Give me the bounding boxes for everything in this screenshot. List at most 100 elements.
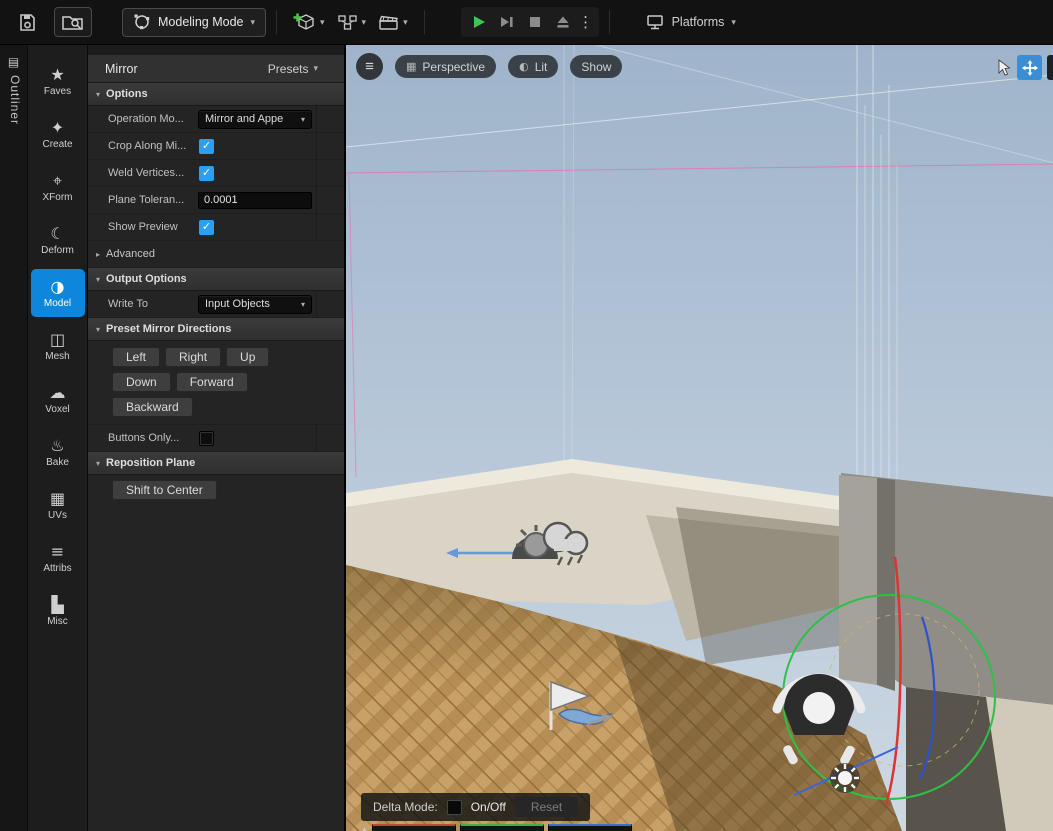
outliner-collapsed-tab[interactable]: ▤ Outliner [0, 45, 28, 831]
delta-y-field[interactable] [459, 824, 544, 831]
mirror-forward-button[interactable]: Forward [175, 372, 248, 392]
palette-item-attribs[interactable]: ≡ Attribs [31, 534, 85, 582]
toolbar-separator [423, 10, 425, 34]
buttons-only-row: Buttons Only... [88, 425, 344, 452]
viewport-menu-button[interactable]: ≡ [356, 53, 383, 80]
misc-icon: ▙ [51, 594, 64, 614]
palette-item-create[interactable]: ✦ Create [31, 110, 85, 158]
delta-z-field[interactable] [547, 824, 632, 831]
chevron-down-icon: ▾ [731, 16, 736, 27]
operation-mode-dropdown[interactable]: Mirror and Appe ▾ [198, 109, 312, 129]
bake-icon: ♨ [50, 435, 65, 455]
delta-mode-bar: Delta Mode: On/Off Reset [361, 793, 591, 821]
lit-mode-button[interactable]: ◐ Lit [508, 55, 559, 78]
blueprints-dropdown[interactable]: ▾ [331, 7, 373, 37]
chevron-down-icon: ▾ [313, 63, 318, 73]
transform-tools [996, 55, 1053, 80]
delta-toggle-label: On/Off [470, 800, 506, 814]
delta-xyz-fields: ▲ [361, 824, 632, 831]
sun-handle[interactable] [830, 763, 860, 793]
main-toolbar: Modeling Mode ▾ ▾ ▾ ▾ ⋮ Platforms ▾ [0, 0, 1053, 45]
level-viewport[interactable]: ≡ ▦ Perspective ◐ Lit Show Delta Mode: O… [345, 45, 1053, 831]
write-to-dropdown[interactable]: Input Objects ▾ [198, 294, 312, 314]
palette-item-model[interactable]: ◑ Model [30, 269, 85, 317]
mirror-left-button[interactable]: Left [112, 347, 161, 367]
rotate-tool-button-partial[interactable] [1047, 55, 1053, 80]
weld-vertices-checkbox[interactable]: ✓ [199, 165, 214, 181]
uv-grid-icon: ▦ [49, 488, 66, 508]
chevron-down-icon: ▾ [403, 16, 408, 27]
move-tool-button[interactable] [1017, 55, 1042, 80]
options-section-header[interactable]: ▾ Options [88, 83, 344, 106]
skip-frame-button[interactable] [493, 9, 521, 35]
perspective-button[interactable]: ▦ Perspective [395, 55, 497, 78]
modeling-mode-icon [134, 14, 150, 30]
eject-button[interactable] [549, 9, 577, 35]
output-options-section-header[interactable]: ▾ Output Options [88, 268, 344, 291]
preset-direction-buttons: Left Right Up Down Forward Backward [88, 341, 344, 425]
delta-reset-button[interactable]: Reset [514, 797, 579, 817]
presets-dropdown[interactable]: Presets ▾ [268, 62, 318, 76]
platforms-label: Platforms [671, 15, 725, 29]
menu-icon: ≡ [365, 58, 374, 75]
plane-tolerance-input[interactable] [198, 191, 312, 209]
delta-x-field[interactable] [371, 824, 456, 831]
shift-to-center-button[interactable]: Shift to Center [112, 480, 217, 500]
palette-item-uvs[interactable]: ▦ UVs [31, 481, 85, 529]
select-tool-icon[interactable] [996, 58, 1012, 77]
palette-item-deform[interactable]: ☾ Deform [31, 216, 85, 264]
platforms-dropdown[interactable]: Platforms ▾ [646, 13, 736, 31]
stop-icon [529, 17, 540, 27]
play-options-menu[interactable]: ⋮ [577, 13, 595, 31]
content-browser-button[interactable] [54, 7, 92, 37]
advanced-expander[interactable]: ▸ Advanced [88, 241, 344, 268]
weld-vertices-row: Weld Vertices... ✓ [88, 160, 344, 187]
star-icon: ★ [50, 64, 65, 84]
reposition-plane-section-header[interactable]: ▾ Reposition Plane [88, 452, 344, 475]
show-button[interactable]: Show [570, 55, 623, 78]
model-icon: ◑ [50, 276, 65, 296]
add-cube-icon [293, 13, 314, 30]
play-button[interactable] [465, 9, 493, 35]
cinematics-dropdown[interactable]: ▾ [372, 7, 414, 37]
palette-item-mesh[interactable]: ◫ Mesh [31, 322, 85, 370]
mirror-up-button[interactable]: Up [226, 347, 270, 367]
transform-icon: ⌖ [52, 170, 62, 190]
operation-mode-row: Operation Mo... Mirror and Appe ▾ [88, 106, 344, 133]
platforms-icon [646, 15, 663, 30]
skip-icon [500, 17, 513, 27]
chevron-down-icon: ▾ [250, 16, 255, 27]
save-button[interactable] [14, 8, 40, 36]
mirror-down-button[interactable]: Down [112, 372, 171, 392]
toolbar-separator [276, 10, 277, 34]
chevron-down-icon: ▾ [96, 274, 101, 284]
delta-mode-checkbox[interactable] [446, 799, 462, 815]
viewport-scene[interactable] [346, 45, 1053, 831]
show-preview-checkbox[interactable]: ✓ [199, 219, 214, 235]
editor-mode-dropdown[interactable]: Modeling Mode ▾ [122, 7, 266, 37]
palette-item-misc[interactable]: ▙ Misc [31, 587, 85, 635]
chevron-down-icon: ▾ [361, 16, 367, 27]
mesh-icon: ◫ [49, 329, 66, 349]
palette-item-voxel[interactable]: ☁ Voxel [31, 375, 85, 423]
toolbar-separator [608, 10, 610, 34]
mirror-right-button[interactable]: Right [165, 347, 222, 367]
editor-mode-label: Modeling Mode [158, 15, 244, 29]
mirror-backward-button[interactable]: Backward [112, 397, 193, 417]
add-actor-dropdown[interactable]: ▾ [287, 7, 331, 37]
buttons-only-checkbox[interactable] [199, 430, 214, 446]
panel-title: Mirror [105, 61, 138, 76]
node-graph-icon [337, 14, 357, 30]
plane-tolerance-row: Plane Toleran... [88, 187, 344, 214]
stop-button[interactable] [521, 9, 549, 35]
write-to-row: Write To Input Objects ▾ [88, 291, 344, 318]
palette-item-bake[interactable]: ♨ Bake [31, 428, 85, 476]
crop-along-checkbox[interactable]: ✓ [199, 138, 214, 154]
preset-directions-section-header[interactable]: ▾ Preset Mirror Directions [88, 318, 344, 341]
save-icon [19, 13, 35, 31]
palette-item-faves[interactable]: ★ Faves [31, 57, 85, 105]
panel-header: Mirror Presets ▾ [88, 55, 344, 83]
panel-spacer [88, 45, 344, 55]
lit-icon: ◐ [519, 60, 529, 73]
palette-item-xform[interactable]: ⌖ XForm [31, 163, 85, 211]
